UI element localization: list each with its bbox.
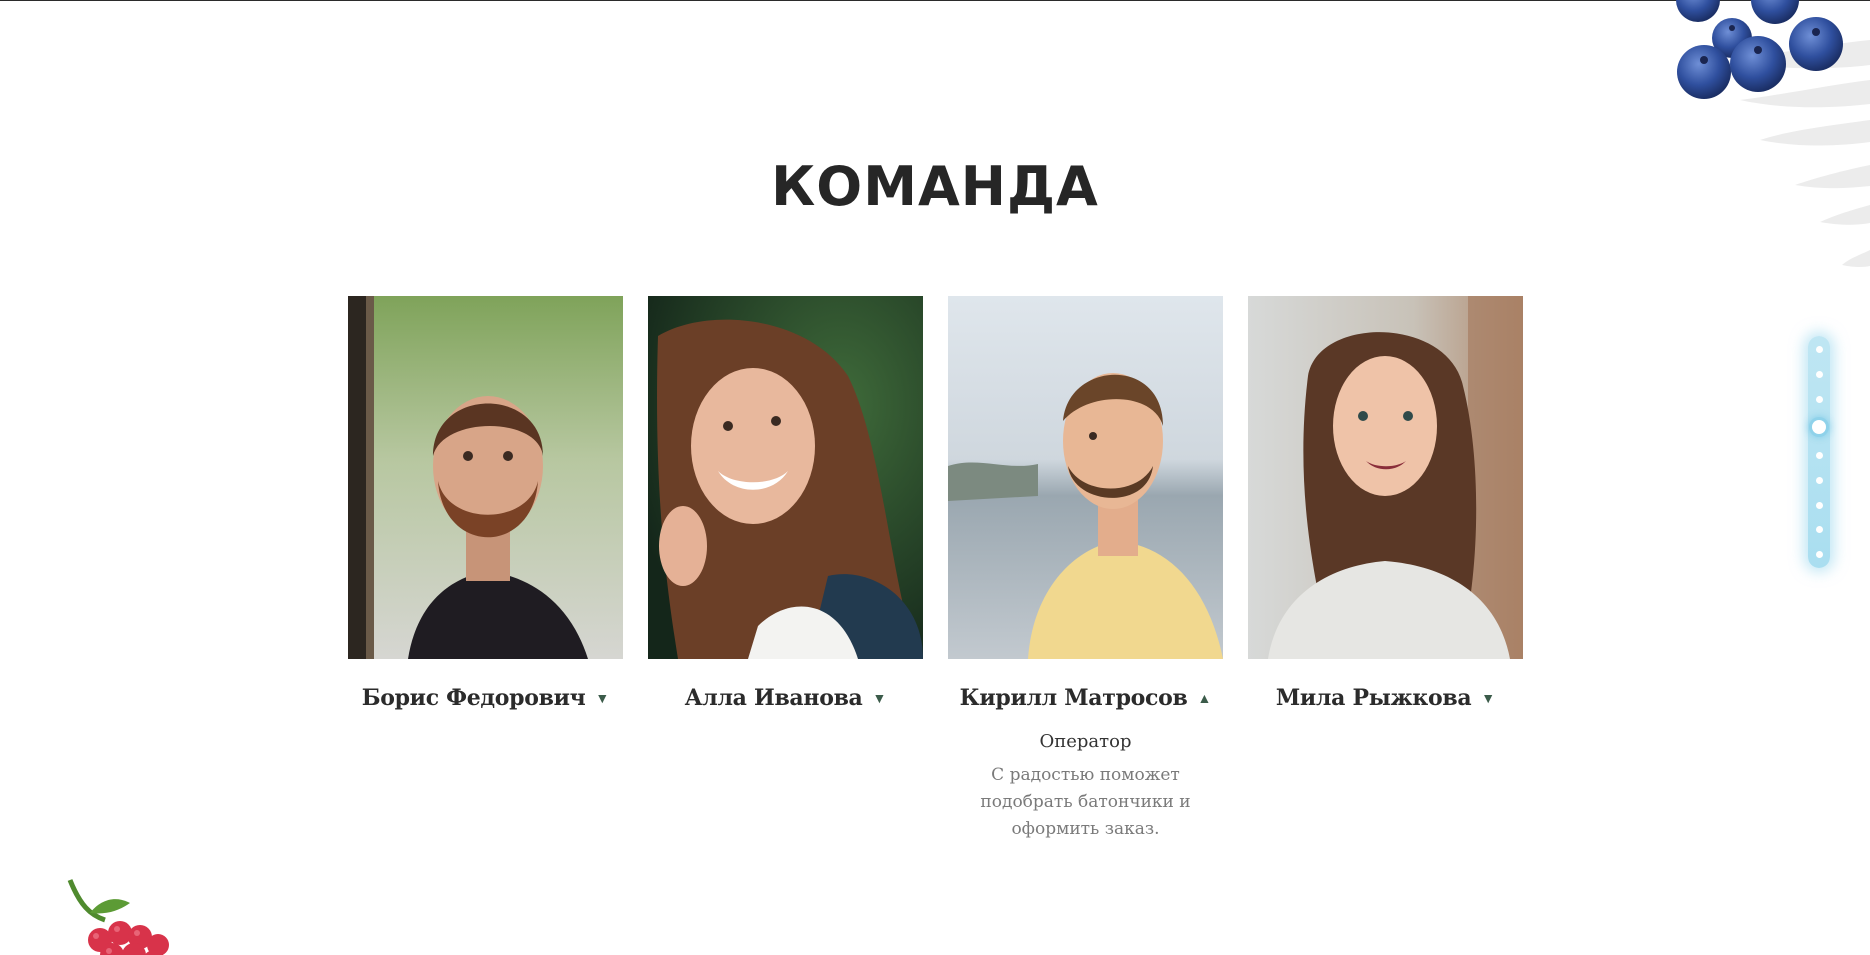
member-photo [948,296,1223,659]
caret-down-icon[interactable]: ▼ [1481,691,1495,705]
member-name: Алла Иванова [684,685,863,711]
nav-dot[interactable] [1815,452,1823,459]
member-description: С радостью поможет подобрать батончики и… [980,765,1191,839]
blueberries-decoration [1676,0,1843,99]
nav-dot[interactable] [1815,476,1823,484]
member-name-toggle[interactable]: Алла Иванова ▼ [685,685,887,711]
nav-dot[interactable] [1815,370,1823,378]
caret-up-icon[interactable]: ▲ [1198,691,1212,705]
top-divider [0,0,1870,1]
raspberry-decoration [67,879,169,955]
nav-dot[interactable] [1815,526,1823,534]
member-name: Борис Федорович [361,685,586,711]
member-photo [348,296,623,659]
section-title: КОМАНДА [771,155,1099,218]
section-dot-nav [1808,336,1830,568]
team-member-card: Борис Федорович ▼ [348,296,623,843]
member-photo [648,296,923,659]
caret-down-icon[interactable]: ▼ [595,691,609,705]
member-name: Кирилл Матросов [959,685,1188,711]
member-name: Мила Рыжкова [1275,685,1472,711]
nav-dot-active[interactable] [1812,420,1826,435]
team-page: КОМАНДА Борис Федорович ▼ Алла Иванова ▼… [0,0,1870,955]
nav-dot[interactable] [1815,346,1823,353]
team-member-card: Кирилл Матросов ▲ Оператор С радостью по… [948,296,1223,843]
caret-down-icon[interactable]: ▼ [873,691,887,705]
team-member-card: Алла Иванова ▼ [648,296,923,843]
nav-dot[interactable] [1815,551,1823,558]
member-name-toggle[interactable]: Борис Федорович ▼ [362,685,610,711]
team-grid: Борис Федорович ▼ Алла Иванова ▼ Кирилл … [348,296,1524,843]
nav-dot[interactable] [1815,395,1823,403]
member-photo [1248,296,1523,659]
member-role: Оператор [1039,731,1132,752]
member-name-toggle[interactable]: Мила Рыжкова ▼ [1276,685,1495,711]
member-name-toggle[interactable]: Кирилл Матросов ▲ [960,685,1212,711]
team-member-card: Мила Рыжкова ▼ [1248,296,1523,843]
nav-dot[interactable] [1815,501,1823,509]
